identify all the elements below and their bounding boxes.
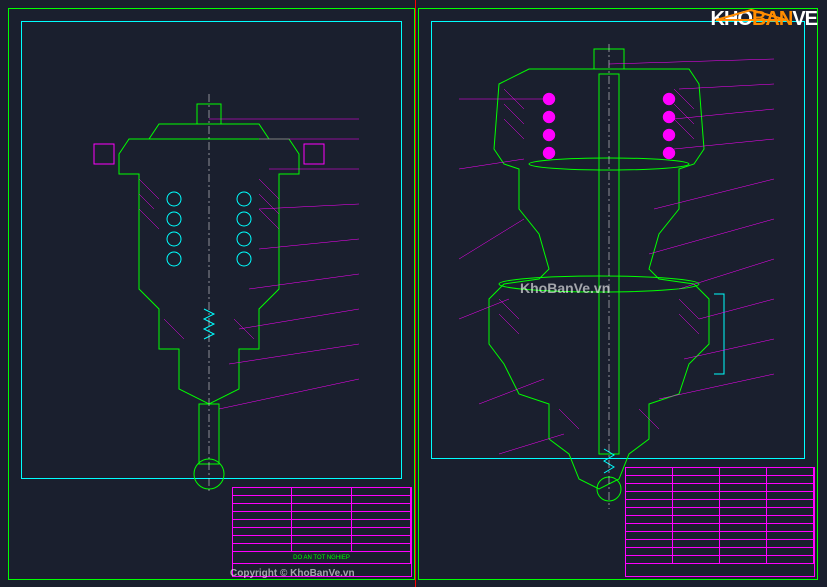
titleblock-2 — [625, 467, 815, 577]
drawing-sheet-2[interactable] — [418, 8, 818, 580]
logo-khobanve: KHOBANVE — [711, 8, 817, 31]
titleblock-1: DO AN TOT NGHIEP — [232, 487, 412, 577]
tb-cell — [233, 488, 292, 495]
drawing-sheet-1[interactable]: DO AN TOT NGHIEP — [8, 8, 415, 580]
logo-roof-icon — [711, 8, 791, 23]
logo-ve: VE — [792, 8, 817, 30]
drawing-title: DO AN TOT NGHIEP — [233, 552, 411, 563]
cad-canvas[interactable]: KHOBANVE — [0, 0, 827, 587]
